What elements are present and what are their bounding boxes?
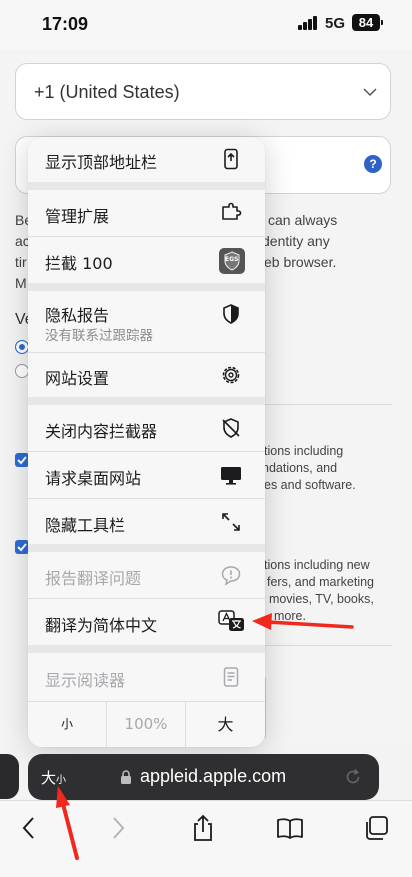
menu-section-gap xyxy=(28,182,265,190)
menu-item-label: 显示顶部地址栏 xyxy=(45,153,158,172)
menu-item-label: 关闭内容拦截器 xyxy=(45,422,158,441)
phone-top-bar-icon xyxy=(224,148,238,170)
menu-item-report-translation-issue[interactable]: 报告翻译问题 xyxy=(28,552,265,598)
back-chevron-icon[interactable] xyxy=(14,813,44,843)
translate-speech-bubble-icon xyxy=(221,566,241,586)
reload-icon[interactable] xyxy=(344,768,362,786)
country-code-value: +1 (United States) xyxy=(34,82,180,102)
extension-puzzle-icon xyxy=(222,202,242,220)
checkbox-text: ndations, and xyxy=(262,461,338,475)
verify-radio-call[interactable] xyxy=(15,364,29,378)
address-bar[interactable]: 大小 appleid.apple.com xyxy=(28,754,379,800)
crossed-shield-icon xyxy=(222,418,240,438)
announcements-checkbox[interactable] xyxy=(15,453,29,467)
adguard-badge-text: EGS xyxy=(225,256,239,263)
bottom-toolbar xyxy=(0,800,412,877)
divider xyxy=(265,645,392,646)
body-text-fragment: tir xyxy=(15,254,27,270)
checkbox-text: tions including xyxy=(264,444,344,458)
page-settings-menu: 显示顶部地址栏 管理扩展 拦截 100 EGS 隐私报告 没有联系过跟踪器 网站… xyxy=(28,137,265,747)
menu-section-gap xyxy=(28,544,265,552)
country-code-select[interactable]: +1 (United States) xyxy=(15,63,391,120)
aa-big-glyph: 大 xyxy=(41,769,57,787)
tabs-icon[interactable] xyxy=(362,813,392,843)
aa-small-glyph: 小 xyxy=(56,775,67,786)
menu-item-label: 管理扩展 xyxy=(45,207,110,226)
checkbox-text: es and software. xyxy=(264,478,356,492)
menu-item-label: 网站设置 xyxy=(45,369,110,388)
checkbox-text: tions including new xyxy=(264,558,370,572)
menu-section-gap xyxy=(28,397,265,405)
previous-tab-peek[interactable] xyxy=(0,754,19,799)
status-time: 17:09 xyxy=(42,14,89,34)
expand-arrows-icon xyxy=(222,513,240,531)
body-text-fragment: dentity any xyxy=(262,233,330,249)
chevron-down-icon xyxy=(363,88,377,97)
verify-radio-sms[interactable] xyxy=(15,340,29,354)
gear-icon xyxy=(222,366,240,384)
bookmarks-book-icon[interactable] xyxy=(275,813,305,843)
marketing-checkbox[interactable] xyxy=(15,540,29,554)
desktop-monitor-icon xyxy=(221,467,241,485)
network-type: 5G xyxy=(325,15,346,32)
checkbox-text: , movies, TV, books, xyxy=(262,592,374,606)
menu-item-hide-toolbar[interactable]: 隐藏工具栏 xyxy=(28,499,265,544)
menu-item-website-settings[interactable]: 网站设置 xyxy=(28,353,265,397)
menu-item-label: 拦截 100 xyxy=(45,254,113,273)
menu-item-label: 隐私报告 xyxy=(45,306,110,325)
menu-section-gap xyxy=(28,283,265,291)
menu-item-label: 翻译为简体中文 xyxy=(45,616,158,635)
menu-section-gap xyxy=(28,645,265,653)
font-increase-button[interactable]: 大 xyxy=(186,702,265,747)
privacy-shield-icon xyxy=(223,304,239,324)
signal-strength-icon xyxy=(298,16,318,30)
menu-item-request-desktop-site[interactable]: 请求桌面网站 xyxy=(28,452,265,498)
battery-icon: 84 xyxy=(352,14,383,31)
checkbox-text: fers, and marketing xyxy=(267,575,374,589)
menu-item-label: 显示阅读器 xyxy=(45,671,126,690)
body-text-fragment: M xyxy=(15,275,27,291)
share-icon[interactable] xyxy=(188,813,218,843)
adguard-shield-icon: EGS xyxy=(219,248,245,274)
translate-icon xyxy=(218,610,244,631)
menu-item-show-reader[interactable]: 显示阅读器 xyxy=(28,653,265,701)
menu-item-label: 请求桌面网站 xyxy=(45,469,142,488)
divider xyxy=(265,404,392,405)
divider xyxy=(265,678,266,738)
menu-item-block-count[interactable]: 拦截 100 EGS xyxy=(28,237,265,283)
lock-icon xyxy=(121,770,131,784)
menu-item-manage-extensions[interactable]: 管理扩展 xyxy=(28,190,265,236)
text-zoom-row: 小 100% 大 xyxy=(28,701,265,747)
status-bar: 17:09 5G 84 xyxy=(0,0,412,50)
menu-item-label: 报告翻译问题 xyxy=(45,569,142,588)
help-icon[interactable]: ? xyxy=(364,155,382,173)
menu-item-show-top-address-bar[interactable]: 显示顶部地址栏 xyxy=(28,137,265,182)
font-decrease-button[interactable]: 小 xyxy=(28,702,107,747)
menu-item-label: 隐藏工具栏 xyxy=(45,516,126,535)
body-text-fragment: can always xyxy=(268,212,338,228)
url-text: appleid.apple.com xyxy=(140,766,287,786)
menu-item-privacy-report[interactable]: 隐私报告 没有联系过跟踪器 xyxy=(28,291,265,352)
checkbox-text: more. xyxy=(274,609,306,623)
body-text-fragment: eb browser. xyxy=(264,254,337,270)
menu-item-turn-off-content-blockers[interactable]: 关闭内容拦截器 xyxy=(28,405,265,451)
reader-document-icon xyxy=(223,667,239,687)
menu-item-translate-simplified-chinese[interactable]: 翻译为简体中文 xyxy=(28,599,265,645)
page-menu-button[interactable]: 大小 xyxy=(41,767,66,788)
menu-item-sublabel: 没有联系过跟踪器 xyxy=(45,328,153,344)
forward-chevron-icon[interactable] xyxy=(103,813,133,843)
zoom-level-value[interactable]: 100% xyxy=(107,702,186,747)
